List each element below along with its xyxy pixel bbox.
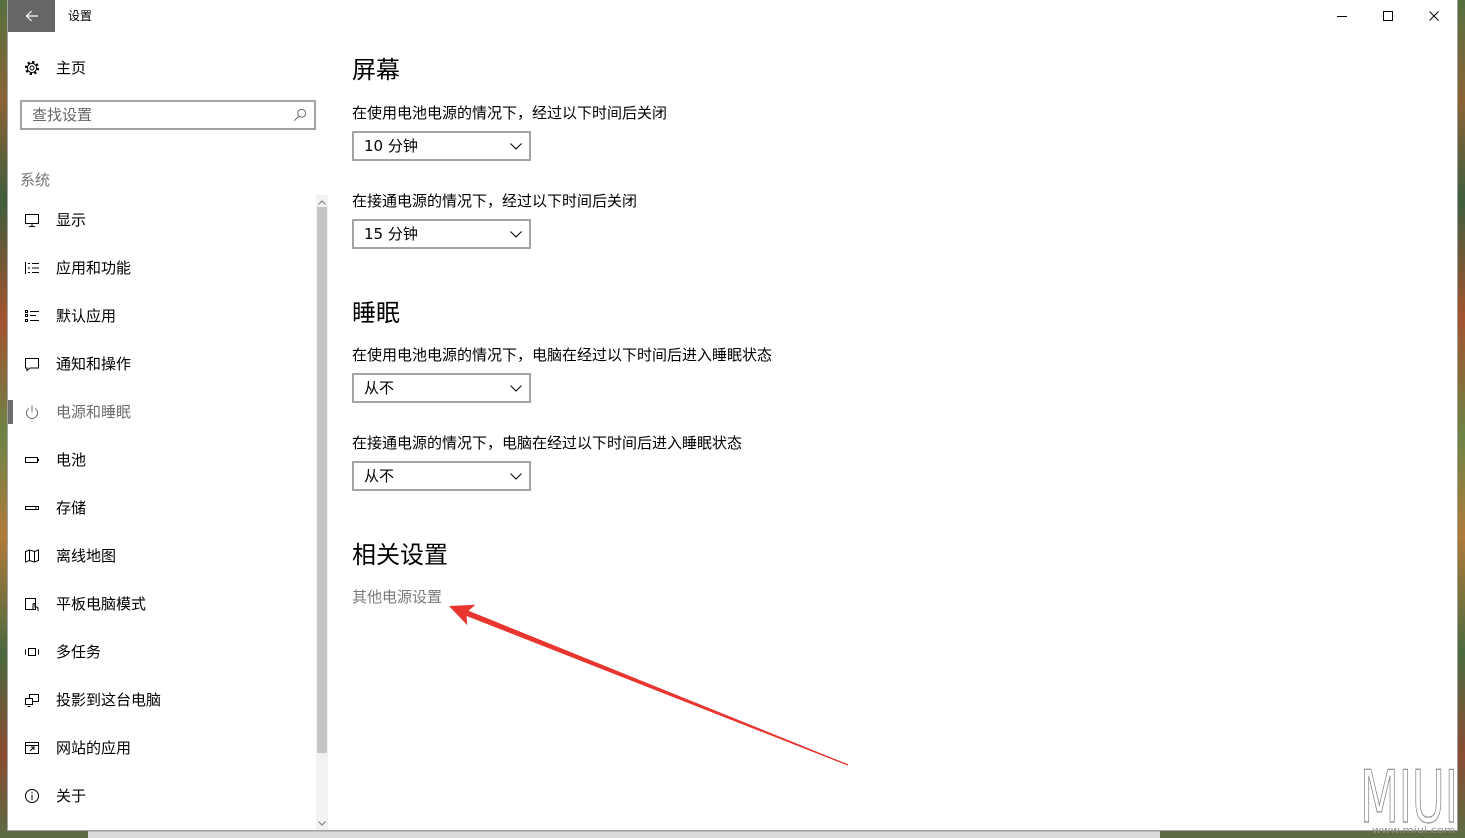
sidebar-item-label: 离线地图 — [56, 547, 117, 565]
sidebar-item-multitasking[interactable]: 多任务 — [8, 628, 316, 676]
sleep-plugged-timeout-dropdown[interactable]: 从不 — [352, 461, 531, 491]
section-heading-related-settings: 相关设置 — [352, 541, 448, 569]
sidebar-item-label: 显示 — [56, 211, 87, 229]
scrollbar-thumb[interactable] — [317, 207, 327, 753]
sidebar-item-apps-features[interactable]: 应用和功能 — [8, 244, 316, 292]
gear-icon — [24, 60, 40, 76]
background-window-edge — [88, 831, 1160, 838]
power-icon — [24, 404, 40, 420]
scroll-down-icon[interactable] — [316, 818, 328, 828]
apps-features-icon — [24, 260, 40, 276]
additional-power-settings-link[interactable]: 其他电源设置 — [352, 587, 442, 607]
sidebar-item-label: 通知和操作 — [56, 355, 132, 373]
main-content: 屏幕 在使用电池电源的情况下，经过以下时间后关闭 10 分钟 在接通电源的情况下… — [352, 0, 1452, 830]
sidebar-item-label: 投影到这台电脑 — [56, 691, 162, 709]
sidebar-item-label: 平板电脑模式 — [56, 595, 147, 613]
sleep-battery-label: 在使用电池电源的情况下，电脑在经过以下时间后进入睡眠状态 — [352, 346, 773, 364]
sidebar-nav: 显示 应用和功能 默认应用 通知和操作 电源和睡眠 电池 存储 离线地图 平板电… — [8, 196, 316, 820]
sidebar-item-label: 电源和睡眠 — [56, 403, 132, 421]
multitasking-icon — [24, 644, 40, 660]
screen-battery-timeout-dropdown[interactable]: 10 分钟 — [352, 131, 531, 161]
storage-icon — [24, 500, 40, 516]
search-box[interactable] — [20, 100, 316, 130]
dropdown-value: 从不 — [364, 379, 395, 397]
home-label: 主页 — [56, 59, 87, 77]
sidebar-item-label: 网站的应用 — [56, 739, 132, 757]
sidebar-item-default-apps[interactable]: 默认应用 — [8, 292, 316, 340]
chevron-down-icon — [510, 231, 522, 238]
web-apps-icon — [24, 740, 40, 756]
project-icon — [24, 692, 40, 708]
sidebar-item-power-sleep[interactable]: 电源和睡眠 — [8, 388, 316, 436]
chevron-down-icon — [510, 143, 522, 150]
back-button[interactable] — [8, 0, 55, 32]
sidebar-section-label: 系统 — [20, 171, 51, 189]
screen-battery-label: 在使用电池电源的情况下，经过以下时间后关闭 — [352, 104, 668, 122]
sidebar-item-display[interactable]: 显示 — [8, 196, 316, 244]
window-title: 设置 — [68, 9, 93, 23]
sleep-battery-timeout-dropdown[interactable]: 从不 — [352, 373, 531, 403]
section-heading-sleep: 睡眠 — [352, 299, 400, 327]
sleep-plugged-label: 在接通电源的情况下，电脑在经过以下时间后进入睡眠状态 — [352, 434, 743, 452]
sidebar-item-apps-for-websites[interactable]: 网站的应用 — [8, 724, 316, 772]
default-apps-icon — [24, 308, 40, 324]
sidebar-scrollbar[interactable] — [316, 195, 328, 830]
chevron-down-icon — [510, 385, 522, 392]
display-icon — [24, 212, 40, 228]
chevron-down-icon — [510, 473, 522, 480]
sidebar-item-battery[interactable]: 电池 — [8, 436, 316, 484]
dropdown-value: 从不 — [364, 467, 395, 485]
sidebar-item-storage[interactable]: 存储 — [8, 484, 316, 532]
sidebar-item-offline-maps[interactable]: 离线地图 — [8, 532, 316, 580]
sidebar-item-tablet-mode[interactable]: 平板电脑模式 — [8, 580, 316, 628]
sidebar-item-label: 多任务 — [56, 643, 102, 661]
sidebar-item-notifications-actions[interactable]: 通知和操作 — [8, 340, 316, 388]
sidebar-item-about[interactable]: 关于 — [8, 772, 316, 820]
sidebar-item-label: 存储 — [56, 499, 87, 517]
home-nav-item[interactable]: 主页 — [8, 44, 316, 92]
search-input[interactable] — [22, 102, 284, 128]
sidebar-item-label: 电池 — [56, 451, 87, 469]
offline-maps-icon — [24, 548, 40, 564]
search-icon[interactable] — [293, 108, 307, 122]
sidebar-item-project-to-pc[interactable]: 投影到这台电脑 — [8, 676, 316, 724]
screen-plugged-label: 在接通电源的情况下，经过以下时间后关闭 — [352, 192, 638, 210]
tablet-mode-icon — [24, 596, 40, 612]
scroll-up-icon[interactable] — [316, 197, 328, 207]
sidebar-item-label: 默认应用 — [56, 307, 117, 325]
sidebar-item-label: 关于 — [56, 787, 87, 805]
settings-window: 设置 主页 系统 显示 应用和功能 — [8, 0, 1457, 830]
section-heading-screen: 屏幕 — [352, 56, 400, 84]
sidebar-item-label: 应用和功能 — [56, 259, 132, 277]
dropdown-value: 15 分钟 — [364, 225, 418, 243]
screen-plugged-timeout-dropdown[interactable]: 15 分钟 — [352, 219, 531, 249]
battery-icon — [24, 452, 40, 468]
notifications-icon — [24, 356, 40, 372]
info-icon — [24, 788, 40, 804]
dropdown-value: 10 分钟 — [364, 137, 418, 155]
back-arrow-icon — [24, 8, 40, 24]
